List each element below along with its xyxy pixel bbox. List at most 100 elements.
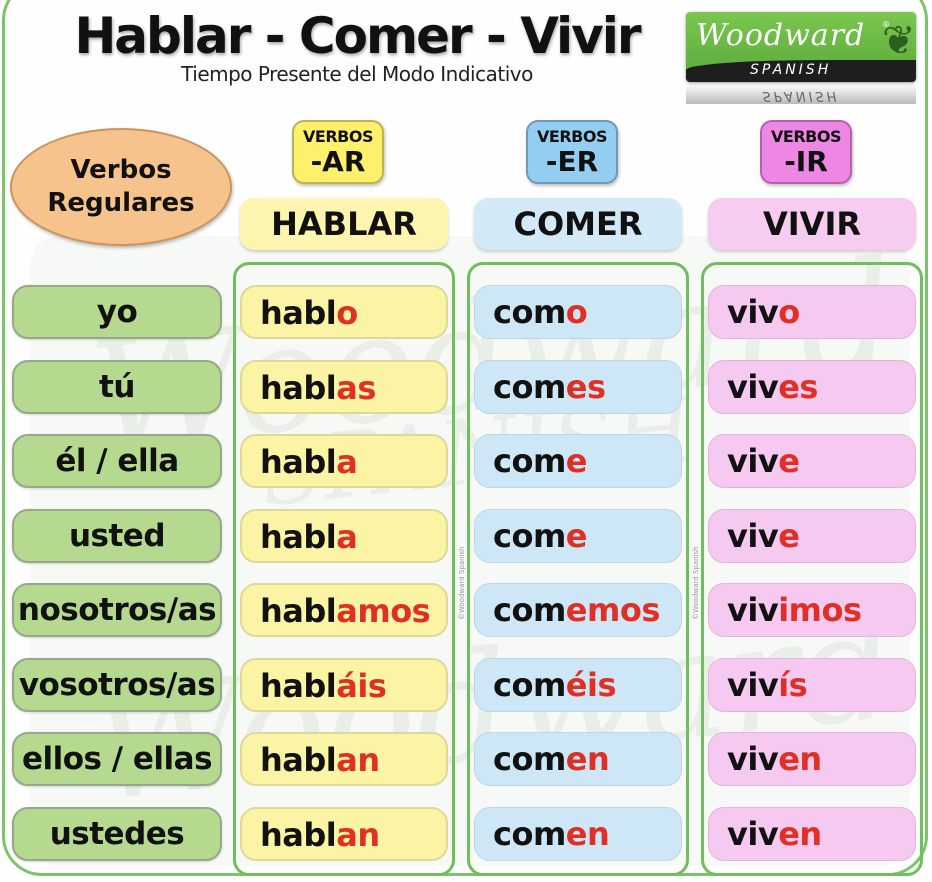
logo-reflection: SPANISH <box>686 84 916 104</box>
category-line-2: Regulares <box>47 188 195 218</box>
verb-stem: habl <box>260 592 337 630</box>
conjugation-cell-ar: habla <box>240 434 448 488</box>
verb-group-tag: VERBOS -IR <box>760 120 852 184</box>
conjugation-cell-ir: vives <box>708 359 916 414</box>
copyright-note: ©Woodward Spanish <box>692 546 700 620</box>
woodward-spanish-logo: Woodward ® ❦ SPANISH <box>686 12 916 82</box>
verb-stem: viv <box>727 814 779 853</box>
verb-ending: an <box>336 815 380 854</box>
verb-stem: habl <box>260 368 337 407</box>
verb-stem: habl <box>260 666 337 705</box>
conjugation-cell-ar: hablo <box>240 285 448 339</box>
verb-stem: com <box>493 814 566 853</box>
conjugation-cell-ar: hablan <box>240 806 448 861</box>
pronoun-cell: tú <box>12 359 222 414</box>
copyright-note: ©Woodward Spanish <box>458 546 466 620</box>
conjugation-cell-ir: vive <box>708 508 916 563</box>
tag-top: VERBOS <box>537 127 607 146</box>
verb-ending: e <box>778 516 800 555</box>
verb-ending: o <box>565 293 588 331</box>
pronoun-cell: yo <box>12 285 222 339</box>
verb-group-tag: VERBOS -ER <box>526 120 618 184</box>
category-label: Verbos Regulares <box>10 128 232 246</box>
conjugation-cell-ir: vivís <box>708 657 916 712</box>
conjugation-cell-ir: viven <box>708 806 916 861</box>
verb-stem: habl <box>260 443 337 481</box>
tag-ending: -AR <box>310 145 366 178</box>
verb-stem: com <box>493 293 566 331</box>
tag-top: VERBOS <box>771 127 841 146</box>
pronoun-cell: él / ella <box>12 434 222 488</box>
verb-ending: emos <box>565 591 661 629</box>
conjugation-cell-ar: habla <box>240 508 448 563</box>
verb-header: VIVIR <box>708 198 916 250</box>
verb-stem: habl <box>260 517 337 556</box>
verb-stem: com <box>493 665 566 704</box>
verb-stem: viv <box>727 442 779 480</box>
verb-ending: o <box>336 294 358 332</box>
conjugation-cell-ar: hablan <box>240 732 448 786</box>
conjugation-cell-er: coméis <box>474 657 682 712</box>
verb-group-tag: VERBOS -AR <box>292 120 384 184</box>
conjugation-cell-er: comemos <box>474 583 682 637</box>
conjugation-cell-er: comen <box>474 806 682 861</box>
tag-top: VERBOS <box>303 127 373 146</box>
verb-ending: e <box>565 516 588 555</box>
verb-stem: com <box>493 367 566 406</box>
verb-stem: viv <box>727 591 779 629</box>
verb-ending: amos <box>336 592 431 630</box>
conjugation-cell-ar: habláis <box>240 657 448 712</box>
conjugation-cell-er: come <box>474 508 682 563</box>
conjugation-cell-er: como <box>474 285 682 339</box>
verb-stem: viv <box>727 367 779 406</box>
conjugation-cell-ir: vivo <box>708 285 916 339</box>
verb-header: HABLAR <box>240 198 448 250</box>
verb-stem: viv <box>727 665 779 704</box>
verb-stem: habl <box>260 294 337 332</box>
conjugation-cell-ar: hablamos <box>240 583 448 637</box>
verb-ending: e <box>565 442 588 480</box>
pronoun-cell: ustedes <box>12 806 222 861</box>
conjugation-cell-ar: hablas <box>240 359 448 414</box>
verb-ending: o <box>778 293 800 331</box>
verb-ending: éis <box>565 665 617 704</box>
pronoun-cell: vosotros/as <box>12 657 222 712</box>
verb-ending: a <box>336 443 358 481</box>
pronoun-cell: nosotros/as <box>12 583 222 637</box>
conjugation-cell-ir: viven <box>708 732 916 786</box>
conjugation-cell-ir: vivimos <box>708 583 916 637</box>
tag-ending: -IR <box>784 145 828 178</box>
page-title: Hablar - Comer - Vivir <box>74 7 641 65</box>
verb-ending: en <box>778 814 822 853</box>
verb-stem: com <box>493 516 566 555</box>
verb-ending: en <box>778 740 822 778</box>
verb-stem: com <box>493 442 566 480</box>
conjugation-cell-er: comes <box>474 359 682 414</box>
category-line-1: Verbos <box>70 155 172 185</box>
verb-ending: en <box>565 814 610 853</box>
verb-ending: es <box>778 367 818 406</box>
conjugation-cell-er: comen <box>474 732 682 786</box>
verb-ending: en <box>565 740 610 778</box>
pronoun-cell: ellos / ellas <box>12 732 222 786</box>
conjugation-cell-ir: vive <box>708 434 916 488</box>
logo-brand: Woodward <box>696 18 866 53</box>
verb-stem: com <box>493 591 566 629</box>
verb-stem: habl <box>260 741 337 779</box>
verb-ending: e <box>778 442 800 480</box>
verb-header: COMER <box>474 198 682 250</box>
verb-ending: es <box>565 367 606 406</box>
verb-ending: imos <box>778 591 862 629</box>
verb-stem: habl <box>260 815 337 854</box>
pronoun-cell: usted <box>12 508 222 563</box>
conjugation-cell-er: come <box>474 434 682 488</box>
verb-ending: as <box>336 368 376 407</box>
verb-ending: a <box>336 517 358 556</box>
verb-ending: ís <box>778 665 808 704</box>
tag-ending: -ER <box>545 145 599 178</box>
verb-stem: viv <box>727 516 779 555</box>
page-subtitle: Tiempo Presente del Modo Indicativo <box>181 62 533 86</box>
fern-icon: ❦ <box>882 18 916 64</box>
verb-stem: viv <box>727 293 779 331</box>
verb-stem: viv <box>727 740 779 778</box>
